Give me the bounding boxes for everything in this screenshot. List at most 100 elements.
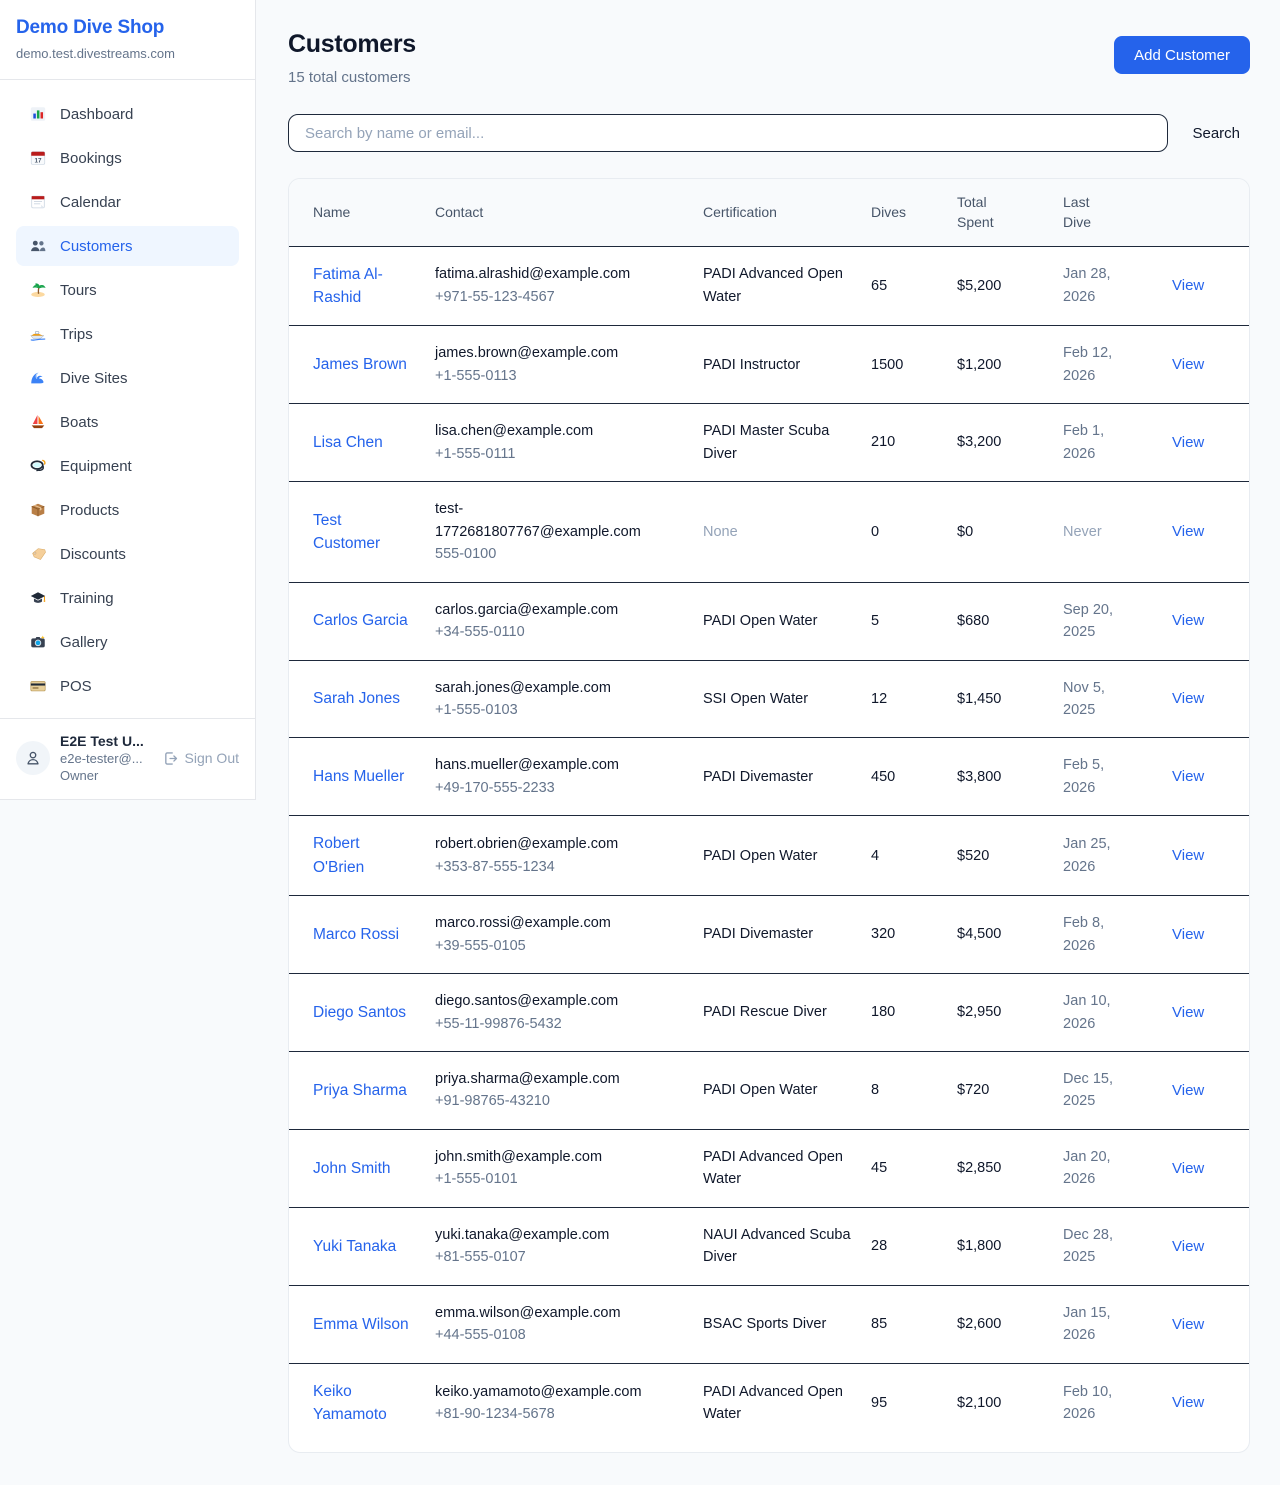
col-header-contact: Contact bbox=[435, 179, 703, 246]
sidebar-item-boats[interactable]: Boats bbox=[16, 402, 239, 442]
table-row: John Smith john.smith@example.com +1-555… bbox=[289, 1129, 1249, 1207]
customer-name-link[interactable]: Robert O'Brien bbox=[313, 832, 412, 879]
customer-name-link[interactable]: Hans Mueller bbox=[313, 765, 404, 788]
customer-dives: 85 bbox=[871, 1316, 887, 1332]
customer-email: james.brown@example.com bbox=[435, 342, 691, 364]
customer-phone: +44-555-0108 bbox=[435, 1324, 691, 1346]
sign-out-icon bbox=[162, 750, 179, 767]
user-role: Owner bbox=[60, 768, 152, 783]
page-subtitle: 15 total customers bbox=[288, 69, 416, 86]
title-row: Customers 15 total customers Add Custome… bbox=[288, 30, 1250, 86]
customer-total-spent: $4,500 bbox=[957, 926, 1001, 942]
customer-name-link[interactable]: Emma Wilson bbox=[313, 1313, 409, 1336]
bar-chart-icon bbox=[28, 105, 47, 124]
sidebar-item-gallery[interactable]: Gallery bbox=[16, 622, 239, 662]
customer-dives: 180 bbox=[871, 1004, 895, 1020]
customer-name-link[interactable]: Diego Santos bbox=[313, 1001, 406, 1024]
sidebar-item-pos[interactable]: POS bbox=[16, 666, 239, 706]
table-row: Lisa Chen lisa.chen@example.com +1-555-0… bbox=[289, 404, 1249, 482]
speedboat-icon bbox=[28, 325, 47, 344]
view-customer-link[interactable]: View bbox=[1172, 926, 1204, 943]
calendar-icon bbox=[28, 193, 47, 212]
customer-phone: +34-555-0110 bbox=[435, 621, 691, 643]
sidebar-item-bookings[interactable]: 17 Bookings bbox=[16, 138, 239, 178]
people-icon bbox=[28, 237, 47, 256]
customers-table-card: Name Contact Certification Dives Total S… bbox=[288, 178, 1250, 1453]
view-customer-link[interactable]: View bbox=[1172, 1394, 1204, 1411]
sidebar-item-tours[interactable]: Tours bbox=[16, 270, 239, 310]
customer-dives: 5 bbox=[871, 613, 879, 629]
view-customer-link[interactable]: View bbox=[1172, 1238, 1204, 1255]
customer-email: fatima.alrashid@example.com bbox=[435, 263, 691, 285]
customer-dives: 450 bbox=[871, 769, 895, 785]
customer-total-spent: $1,800 bbox=[957, 1238, 1001, 1254]
view-customer-link[interactable]: View bbox=[1172, 1316, 1204, 1333]
customer-dives: 8 bbox=[871, 1082, 879, 1098]
customer-name-link[interactable]: Yuki Tanaka bbox=[313, 1235, 396, 1258]
sidebar-item-dive-sites[interactable]: Dive Sites bbox=[16, 358, 239, 398]
view-customer-link[interactable]: View bbox=[1172, 523, 1204, 540]
user-email: e2e-tester@... bbox=[60, 751, 152, 766]
sidebar-item-dashboard[interactable]: Dashboard bbox=[16, 94, 239, 134]
customer-email: emma.wilson@example.com bbox=[435, 1302, 691, 1324]
sidebar-item-equipment[interactable]: Equipment bbox=[16, 446, 239, 486]
view-customer-link[interactable]: View bbox=[1172, 277, 1204, 294]
search-input[interactable] bbox=[288, 114, 1168, 152]
search-button[interactable]: Search bbox=[1182, 119, 1250, 148]
brand-domain: demo.test.divestreams.com bbox=[16, 46, 239, 61]
customer-name-link[interactable]: Test Customer bbox=[313, 509, 412, 556]
customer-last-dive: Dec 15, 2025 bbox=[1063, 1068, 1125, 1113]
sidebar-item-trips[interactable]: Trips bbox=[16, 314, 239, 354]
col-header-dives: Dives bbox=[871, 179, 957, 246]
view-customer-link[interactable]: View bbox=[1172, 690, 1204, 707]
customer-email: hans.mueller@example.com bbox=[435, 754, 691, 776]
col-header-last-dive: Last Dive bbox=[1063, 179, 1172, 246]
customer-name-link[interactable]: James Brown bbox=[313, 353, 407, 376]
camera-icon bbox=[28, 633, 47, 652]
add-customer-button[interactable]: Add Customer bbox=[1114, 36, 1250, 74]
customer-name-link[interactable]: Carlos Garcia bbox=[313, 609, 408, 632]
customer-total-spent: $3,800 bbox=[957, 769, 1001, 785]
customer-name-link[interactable]: Fatima Al-Rashid bbox=[313, 263, 412, 310]
customer-dives: 45 bbox=[871, 1160, 887, 1176]
customer-certification: SSI Open Water bbox=[703, 691, 808, 707]
view-customer-link[interactable]: View bbox=[1172, 768, 1204, 785]
customer-certification: PADI Master Scuba Diver bbox=[703, 423, 829, 461]
customer-name-link[interactable]: Sarah Jones bbox=[313, 687, 400, 710]
view-customer-link[interactable]: View bbox=[1172, 1004, 1204, 1021]
view-customer-link[interactable]: View bbox=[1172, 1160, 1204, 1177]
view-customer-link[interactable]: View bbox=[1172, 847, 1204, 864]
customer-email: yuki.tanaka@example.com bbox=[435, 1224, 691, 1246]
table-row: Diego Santos diego.santos@example.com +5… bbox=[289, 974, 1249, 1052]
package-icon bbox=[28, 501, 47, 520]
customer-email: carlos.garcia@example.com bbox=[435, 599, 691, 621]
table-row: Carlos Garcia carlos.garcia@example.com … bbox=[289, 582, 1249, 660]
table-row: James Brown james.brown@example.com +1-5… bbox=[289, 326, 1249, 404]
sidebar-item-discounts[interactable]: Discounts bbox=[16, 534, 239, 574]
customer-name-link[interactable]: Priya Sharma bbox=[313, 1079, 407, 1102]
customer-last-dive: Jan 28, 2026 bbox=[1063, 263, 1125, 308]
sidebar-item-training[interactable]: Training bbox=[16, 578, 239, 618]
customer-name-link[interactable]: Lisa Chen bbox=[313, 431, 383, 454]
customer-certification: NAUI Advanced Scuba Diver bbox=[703, 1227, 851, 1265]
customer-name-link[interactable]: Marco Rossi bbox=[313, 923, 399, 946]
customer-name-link[interactable]: Keiko Yamamoto bbox=[313, 1380, 412, 1427]
table-row: Fatima Al-Rashid fatima.alrashid@example… bbox=[289, 246, 1249, 326]
sign-out-button[interactable]: Sign Out bbox=[162, 750, 239, 767]
customer-certification: PADI Advanced Open Water bbox=[703, 1384, 843, 1422]
sidebar-item-calendar[interactable]: Calendar bbox=[16, 182, 239, 222]
view-customer-link[interactable]: View bbox=[1172, 434, 1204, 451]
sidebar-item-products[interactable]: Products bbox=[16, 490, 239, 530]
customer-dives: 210 bbox=[871, 434, 895, 450]
customer-phone: +39-555-0105 bbox=[435, 935, 691, 957]
view-customer-link[interactable]: View bbox=[1172, 356, 1204, 373]
user-name: E2E Test U... bbox=[60, 733, 152, 749]
customer-certification: BSAC Sports Diver bbox=[703, 1316, 826, 1332]
customer-name-link[interactable]: John Smith bbox=[313, 1157, 391, 1180]
customer-phone: +81-90-1234-5678 bbox=[435, 1403, 691, 1425]
view-customer-link[interactable]: View bbox=[1172, 1082, 1204, 1099]
view-customer-link[interactable]: View bbox=[1172, 612, 1204, 629]
customer-phone: +49-170-555-2233 bbox=[435, 777, 691, 799]
customer-dives: 65 bbox=[871, 278, 887, 294]
sidebar-item-customers[interactable]: Customers bbox=[16, 226, 239, 266]
